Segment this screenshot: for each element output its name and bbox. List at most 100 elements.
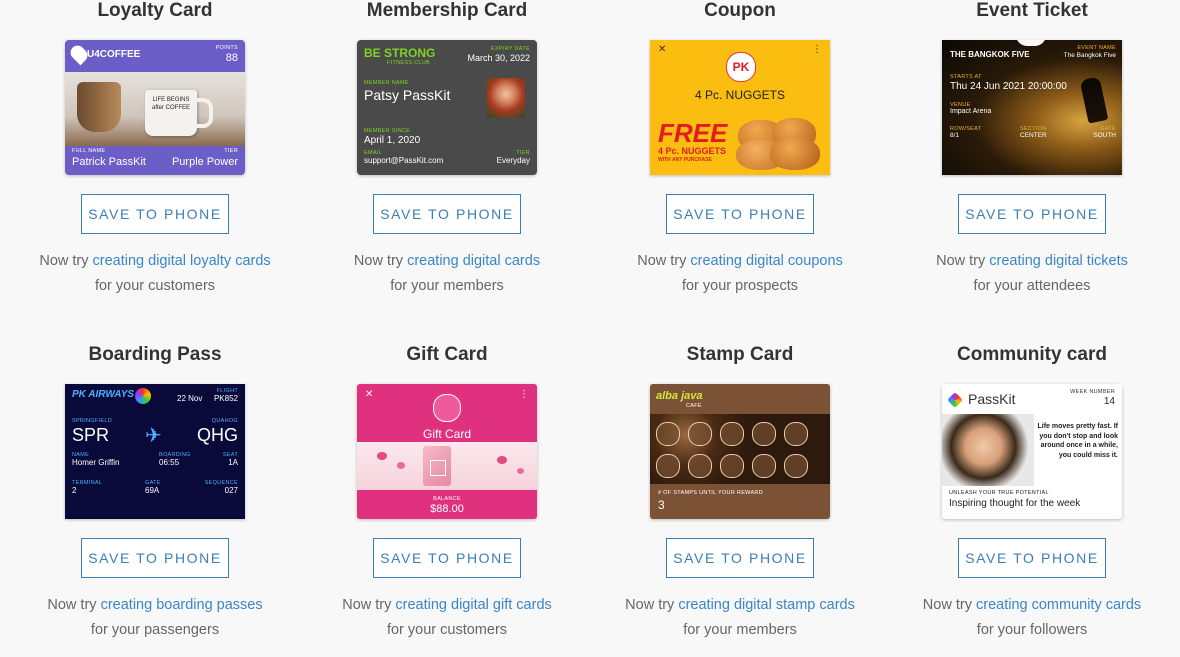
airline-name: PK AIRWAYS <box>72 389 135 400</box>
tile-stamp-card: Stamp Card alba java CAFE # OF STAMPS UN… <box>594 344 886 638</box>
save-to-phone-button[interactable]: SAVE TO PHONE <box>373 538 521 578</box>
stamp-slot <box>720 454 744 478</box>
tile-title: Event Ticket <box>976 0 1088 21</box>
cta-link[interactable]: creating digital gift cards <box>395 597 551 613</box>
coupon-logo: PK <box>726 52 756 82</box>
tile-loyalty-card: Loyalty Card U4COFFEE POINTS 88 LIFE BEG… <box>9 0 301 294</box>
stamps-count: 3 <box>658 498 665 512</box>
coupon-card-preview[interactable]: ✕ ⋮ PK 4 Pc. NUGGETS FREE 4 Pc. NUGGETS … <box>650 40 830 175</box>
tile-title: Loyalty Card <box>97 0 213 21</box>
passenger-name: Homer Griffin <box>72 458 120 467</box>
cta-suffix: for your passengers <box>90 622 220 638</box>
save-to-phone-button[interactable]: SAVE TO PHONE <box>958 538 1106 578</box>
cta-prefix: Now try <box>342 597 392 613</box>
origin-city: SPRINGFIELD <box>72 418 112 424</box>
event-ticket-preview[interactable]: THE BANGKOK FIVE EVENT NAME The Bangkok … <box>942 40 1122 175</box>
boarding-time: 06:55 <box>159 458 180 467</box>
airplane-icon: ✈ <box>145 425 162 447</box>
tile-gift-card: Gift Card ✕ ⋮ Gift Card BALANCE $88.00 S… <box>301 344 593 638</box>
stamp-slot <box>720 422 744 446</box>
save-to-phone-button[interactable]: SAVE TO PHONE <box>81 194 229 234</box>
cta-link[interactable]: creating digital loyalty cards <box>93 253 271 269</box>
coffee-mug: LIFE BEGINS after COFFEE <box>145 90 197 136</box>
cta-text: Now try creating digital tickets <box>886 251 1178 271</box>
stamp-card-preview[interactable]: alba java CAFE # OF STAMPS UNTIL YOUR RE… <box>650 384 830 519</box>
cta-link[interactable]: creating digital tickets <box>989 253 1128 269</box>
cta-text: Now try creating boarding passes <box>9 595 301 615</box>
stamp-slot <box>784 454 808 478</box>
boarding-pass-preview[interactable]: PK AIRWAYS 22 Nov FLIGHT PK852 SPRINGFIE… <box>65 384 245 519</box>
save-to-phone-button[interactable]: SAVE TO PHONE <box>666 538 814 578</box>
tile-title: Community card <box>957 344 1107 365</box>
coupon-free: FREE <box>658 118 728 148</box>
tile-event-ticket: Event Ticket THE BANGKOK FIVE EVENT NAME… <box>886 0 1178 294</box>
cta-prefix: Now try <box>353 253 404 269</box>
coupon-free-sub2: WITH ANY PURCHASE <box>658 157 712 163</box>
stamp-slot <box>784 422 808 446</box>
cta-suffix: for your members <box>390 278 504 294</box>
tile-boarding-pass: Boarding Pass PK AIRWAYS 22 Nov FLIGHT P… <box>9 344 301 638</box>
close-icon: ✕ <box>658 44 667 55</box>
tag-label: UNLEASH YOUR TRUE POTENTIAL <box>949 490 1049 496</box>
more-icon: ⋮ <box>519 389 529 400</box>
stamp-slot <box>752 422 776 446</box>
coffee-photo: LIFE BEGINS after COFFEE <box>65 72 245 146</box>
cta-link[interactable]: creating digital stamp cards <box>678 597 855 613</box>
membership-card-preview[interactable]: BE STRONG FITNESS CLUB EXPIRY DATE March… <box>357 40 537 175</box>
guitarist-silhouette <box>1079 76 1109 124</box>
balance-value: $88.00 <box>430 503 464 515</box>
venue-value: Impact Arena <box>950 108 992 115</box>
save-to-phone-button[interactable]: SAVE TO PHONE <box>81 538 229 578</box>
flight-number: PK852 <box>213 394 238 403</box>
save-to-phone-button[interactable]: SAVE TO PHONE <box>666 194 814 234</box>
cta-text: Now try creating digital gift cards <box>301 595 593 615</box>
name-label: FULL NAME <box>72 148 106 154</box>
passkit-logo-icon <box>947 392 963 408</box>
cta-suffix: for your customers <box>94 278 216 294</box>
starts-label: STARTS AT <box>950 74 982 80</box>
sequence-value: 027 <box>224 486 238 495</box>
community-card-preview[interactable]: PassKit WEEK NUMBER 14 Life moves pretty… <box>942 384 1122 519</box>
cta-prefix: Now try <box>637 253 687 269</box>
cta-prefix: Now try <box>39 253 89 269</box>
tile-membership-card: Membership Card BE STRONG FITNESS CLUB E… <box>301 0 593 294</box>
tier-value: Purple Power <box>171 156 238 168</box>
tag-value: Inspiring thought for the week <box>949 498 1081 509</box>
loyalty-brand: U4COFFEE <box>87 49 141 60</box>
cta-prefix: Now try <box>625 597 675 613</box>
save-to-phone-button[interactable]: SAVE TO PHONE <box>958 194 1106 234</box>
cta-link[interactable]: creating digital coupons <box>690 253 842 269</box>
origin-code: SPR <box>72 425 110 445</box>
since-label: MEMBER SINCE <box>364 128 411 134</box>
tile-community-card: Community card PassKit WEEK NUMBER 14 Li… <box>886 344 1178 638</box>
cta-prefix: Now try <box>936 253 986 269</box>
balance-label: BALANCE <box>433 496 461 502</box>
cta-text: Now try creating digital stamp cards <box>594 595 886 615</box>
stamp-grid <box>656 422 826 480</box>
cta-prefix: Now try <box>47 597 97 613</box>
cta-prefix: Now try <box>922 597 972 613</box>
gift-card-preview[interactable]: ✕ ⋮ Gift Card BALANCE $88.00 <box>357 384 537 519</box>
community-brand: PassKit <box>968 391 1016 407</box>
since-value: April 1, 2020 <box>364 135 421 146</box>
save-to-phone-button[interactable]: SAVE TO PHONE <box>373 194 521 234</box>
membership-brand-sub: FITNESS CLUB <box>387 60 431 66</box>
holder-name: Patrick PassKit <box>72 156 146 168</box>
loyalty-card-preview[interactable]: U4COFFEE POINTS 88 LIFE BEGINS after COF… <box>65 40 245 175</box>
cta-link[interactable]: creating community cards <box>976 597 1141 613</box>
cta-link[interactable]: creating boarding passes <box>101 597 263 613</box>
points-label: POINTS <box>215 45 238 51</box>
perfume-photo <box>357 442 537 490</box>
destination-code: QHG <box>196 425 238 445</box>
membership-brand: BE STRONG <box>364 46 436 60</box>
tier-label: TIER <box>224 148 238 154</box>
tile-title: Gift Card <box>406 344 488 365</box>
member-photo <box>487 78 525 118</box>
airline-logo-icon <box>135 388 151 404</box>
gift-card-title: Gift Card <box>422 427 471 441</box>
destination-city: QUAHOG <box>211 418 238 424</box>
cta-link[interactable]: creating digital cards <box>407 253 540 269</box>
ticket-notch <box>1016 40 1046 46</box>
close-icon: ✕ <box>365 389 374 400</box>
cta-text: Now try creating digital coupons <box>594 251 886 271</box>
